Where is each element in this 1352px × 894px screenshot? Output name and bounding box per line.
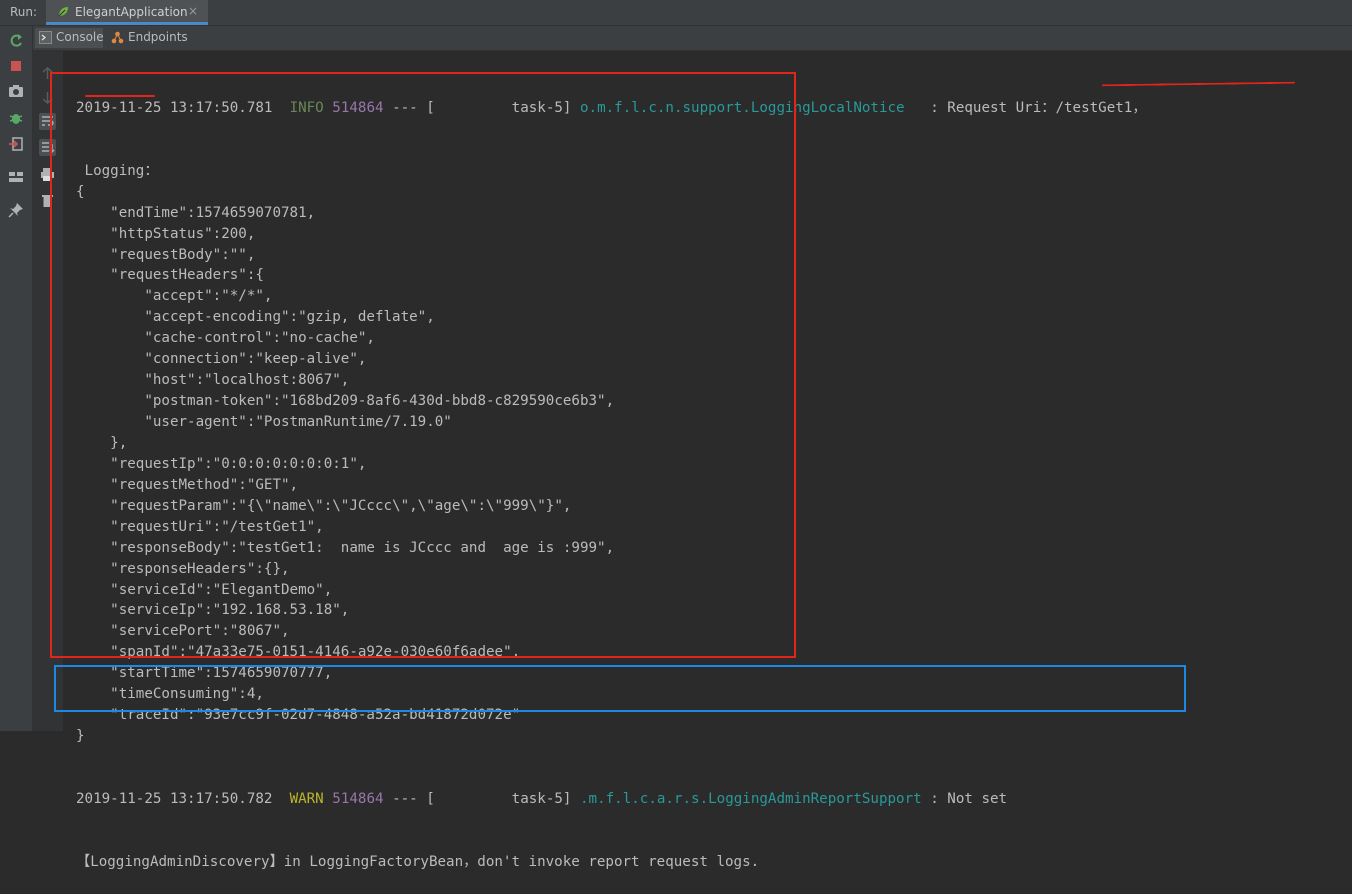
warn-thread: --- [ task-5]: [392, 790, 572, 807]
log-message: : Request Uri：/testGet1，: [904, 99, 1147, 116]
warn-logger-name[interactable]: .m.f.l.c.a.r.s.LoggingAdminReportSupport: [580, 791, 922, 807]
stop-icon[interactable]: [8, 58, 24, 74]
tab-endpoints-label: Endpoints: [128, 30, 188, 44]
camera-icon[interactable]: [8, 83, 24, 99]
run-config-tab-label: ElegantApplication: [75, 5, 188, 19]
layout-icon[interactable]: [8, 169, 24, 185]
run-config-tab[interactable]: ElegantApplication ×: [46, 0, 208, 25]
run-left-toolbar: [0, 26, 33, 731]
exit-icon[interactable]: [8, 136, 24, 152]
tab-endpoints[interactable]: Endpoints: [107, 28, 188, 48]
tab-console[interactable]: Console: [35, 28, 104, 48]
debug-icon[interactable]: [8, 110, 24, 126]
warn-header-line: 2019-11-25 13:17:50.782 WARN 514864 --- …: [76, 789, 1346, 810]
blue-annotation-box: [54, 665, 1186, 712]
run-label: Run:: [10, 5, 38, 19]
console-line: }: [76, 728, 85, 745]
warn-pid: 514864: [332, 790, 384, 807]
console-icon: [39, 31, 52, 44]
tab-console-label: Console: [56, 30, 104, 44]
spring-leaf-icon: [58, 7, 68, 17]
pin-icon[interactable]: [8, 202, 24, 218]
console-subtab-bar: Console Endpoints: [33, 26, 1352, 51]
warn-timestamp: 2019-11-25 13:17:50.782: [76, 790, 273, 807]
endpoints-icon: [111, 31, 124, 44]
red-annotation-box: [50, 72, 796, 658]
rerun-icon[interactable]: [8, 33, 24, 49]
run-tool-window-header: Run: ElegantApplication ×: [0, 0, 1352, 26]
log-level-warn: WARN: [289, 790, 324, 807]
close-icon[interactable]: ×: [188, 4, 198, 18]
logging-underline: [85, 95, 155, 97]
warn-message: : Not set: [921, 790, 1008, 807]
warn-message-line: 【LoggingAdminDiscovery】in LoggingFactory…: [76, 853, 760, 870]
